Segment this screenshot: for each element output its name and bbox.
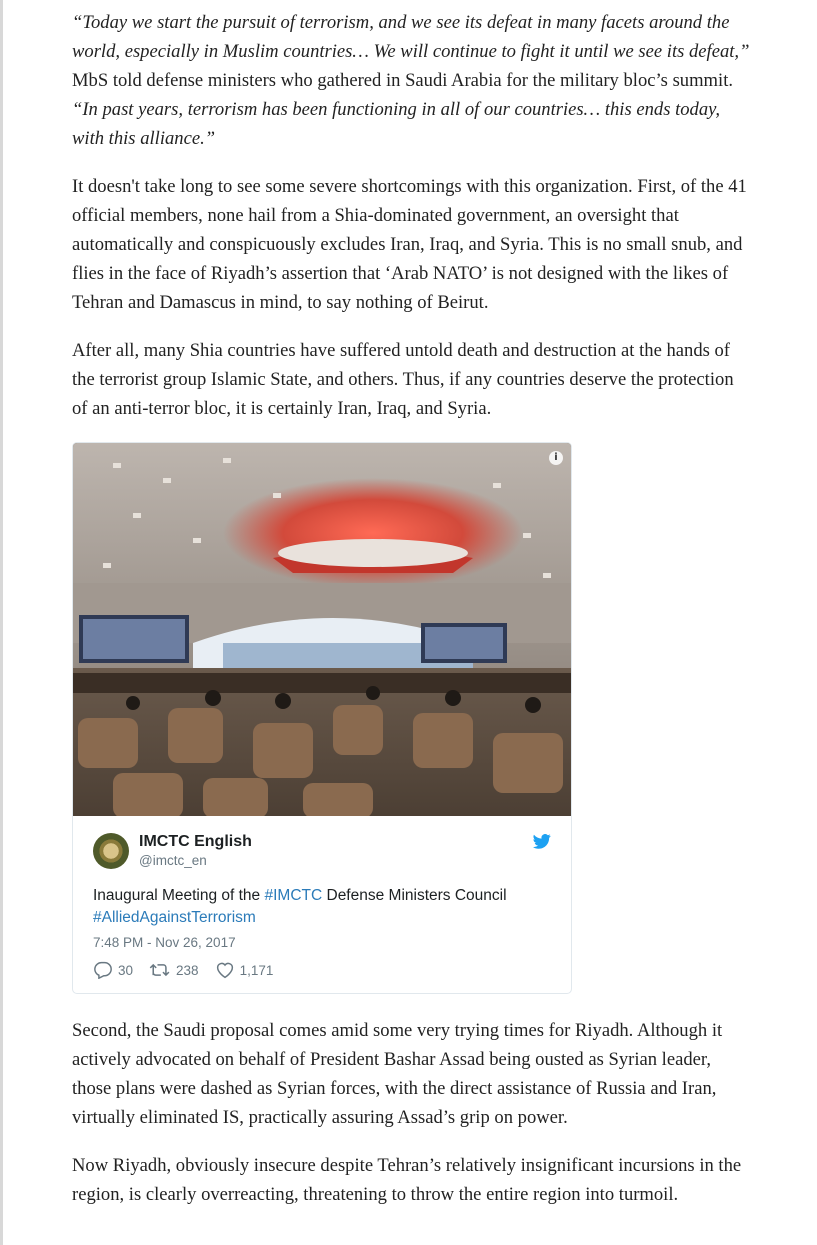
quote-attribution: MbS told defense ministers who gathered … <box>72 70 734 91</box>
article-paragraph-5: Now Riyadh, obviously insecure despite T… <box>72 1155 742 1205</box>
retweet-icon <box>149 963 170 977</box>
twitter-bird-icon[interactable] <box>533 834 551 849</box>
quote-1: “Today we start the pursuit of terrorism… <box>72 12 750 62</box>
reply-button[interactable]: 30 <box>93 961 133 979</box>
tweet-timestamp[interactable]: 7:48 PM - Nov 26, 2017 <box>93 933 551 953</box>
page-left-border <box>0 0 3 1245</box>
article-paragraph-3: After all, many Shia countries have suff… <box>72 340 734 419</box>
tweet-photo[interactable]: i <box>73 443 571 816</box>
reply-icon <box>94 961 112 979</box>
article-paragraph-4: Second, the Saudi proposal comes amid so… <box>72 1020 723 1128</box>
like-button[interactable]: 1,171 <box>215 961 274 979</box>
tweet-actions: 30 238 1,171 <box>93 961 551 979</box>
reply-count: 30 <box>118 962 134 978</box>
tweet-body: IMCTC English @imctc_en Inaugural Meetin… <box>73 816 571 993</box>
tweet-text-tail: Defense Ministers Council <box>322 887 507 904</box>
info-icon[interactable]: i <box>549 451 563 465</box>
hashtag-link-imctc[interactable]: #IMCTC <box>264 887 322 904</box>
article-body: “Today we start the pursuit of terrorism… <box>72 8 752 1228</box>
retweet-count: 238 <box>176 962 199 978</box>
tweet-author[interactable]: IMCTC English @imctc_en <box>93 831 551 871</box>
embedded-tweet[interactable]: i IMCTC English @imctc_en Inaugural Meet… <box>72 442 572 994</box>
quote-2: “In past years, terrorism has been funct… <box>72 99 721 149</box>
tweet-text-lead: Inaugural Meeting of the <box>93 887 265 904</box>
like-count: 1,171 <box>239 962 274 978</box>
avatar[interactable] <box>93 833 129 869</box>
heart-icon <box>216 962 233 979</box>
author-display-name[interactable]: IMCTC English <box>139 832 252 852</box>
hashtag-link-allied[interactable]: #AlliedAgainstTerrorism <box>93 909 256 926</box>
author-names: IMCTC English @imctc_en <box>139 832 252 870</box>
author-handle[interactable]: @imctc_en <box>139 852 252 870</box>
article-paragraph-quote: “Today we start the pursuit of terrorism… <box>72 8 752 153</box>
conference-hall-photo <box>73 443 571 816</box>
retweet-button[interactable]: 238 <box>149 962 199 978</box>
tweet-text: Inaugural Meeting of the #IMCTC Defense … <box>93 885 551 929</box>
article-paragraph-2: It doesn't take long to see some severe … <box>72 176 747 313</box>
